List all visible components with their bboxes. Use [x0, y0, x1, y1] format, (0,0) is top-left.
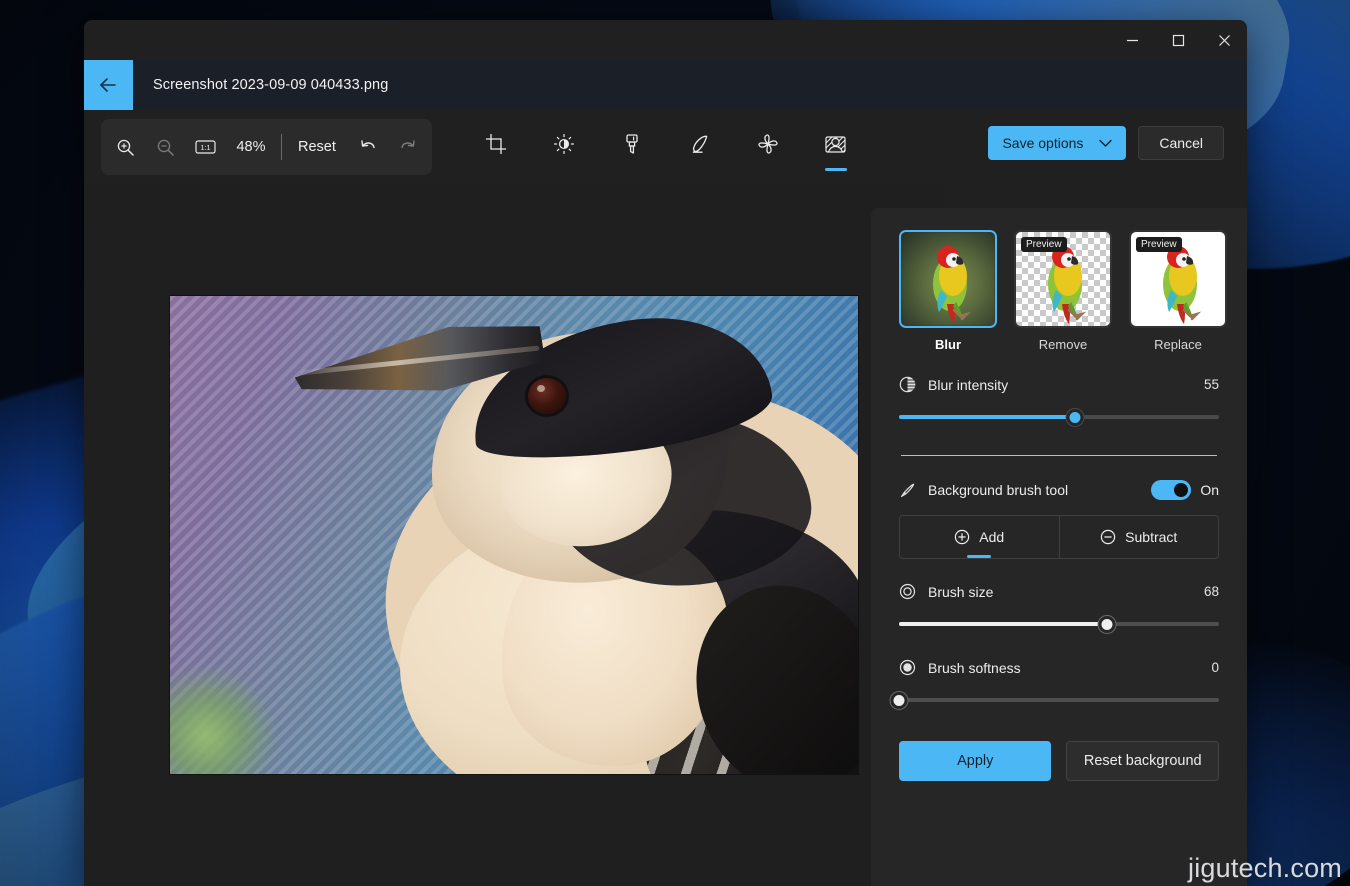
- minimize-button[interactable]: [1109, 20, 1155, 60]
- preview-badge: Preview: [1021, 237, 1067, 252]
- minus-circle-icon: [1100, 529, 1116, 545]
- brush-softness-label: Brush softness: [928, 659, 1021, 676]
- blur-intensity-slider[interactable]: [899, 406, 1219, 428]
- toolbar-divider: [281, 134, 282, 160]
- blur-intensity-value: 55: [1203, 377, 1219, 392]
- apply-button[interactable]: Apply: [899, 741, 1052, 781]
- remove-thumbnail[interactable]: Preview: [1014, 230, 1112, 328]
- subtract-segment-label: Subtract: [1125, 529, 1178, 545]
- reset-zoom-button[interactable]: Reset: [286, 129, 348, 165]
- add-segment-label: Add: [979, 529, 1005, 545]
- close-button[interactable]: [1201, 20, 1247, 60]
- background-settings-panel: Blur Preview Remove Preview Replace Blur…: [871, 208, 1247, 886]
- subtract-segment[interactable]: Subtract: [1058, 516, 1219, 558]
- file-header: Screenshot 2023-09-09 040433.png: [84, 60, 1247, 110]
- background-mode-remove[interactable]: Preview Remove: [1014, 230, 1112, 352]
- blur-mode-label: Blur: [935, 337, 961, 352]
- slider-thumb[interactable]: [890, 692, 908, 709]
- zoom-in-icon[interactable]: [105, 127, 145, 167]
- blur-thumbnail[interactable]: [899, 230, 997, 328]
- save-options-button[interactable]: Save options: [988, 126, 1127, 160]
- background-mode-replace[interactable]: Preview Replace: [1129, 230, 1227, 352]
- work-area: Blur Preview Remove Preview Replace Blur…: [84, 184, 1247, 886]
- brush-size-icon: [899, 583, 921, 600]
- zoom-level-label: 48%: [236, 139, 266, 155]
- reset-background-button[interactable]: Reset background: [1066, 741, 1219, 781]
- window-actions: Save options Cancel: [988, 126, 1224, 160]
- brush-softness-value: 0: [1211, 660, 1219, 675]
- blur-intensity-row: Blur intensity 55: [899, 376, 1219, 393]
- undo-icon[interactable]: [348, 127, 388, 167]
- brush-size-row: Brush size 68: [899, 583, 1219, 600]
- erase-tool-button[interactable]: [744, 120, 792, 168]
- brush-softness-row: Brush softness 0: [899, 659, 1219, 676]
- bird-subject: [170, 296, 858, 774]
- brush-tool-row: Background brush tool On: [899, 480, 1219, 500]
- slider-fill: [899, 622, 1107, 626]
- chevron-down-icon: [1099, 139, 1113, 147]
- brush-size-label: Brush size: [928, 583, 994, 600]
- highlighter-tool-button[interactable]: [676, 120, 724, 168]
- panel-action-buttons: Apply Reset background: [899, 741, 1219, 781]
- edited-photo[interactable]: [170, 296, 858, 774]
- background-mode-row: Blur Preview Remove Preview Replace: [899, 230, 1227, 352]
- brush-size-value: 68: [1203, 584, 1219, 599]
- cancel-button[interactable]: Cancel: [1138, 126, 1224, 160]
- bird-eye: [528, 378, 566, 414]
- svg-text:1:1: 1:1: [200, 143, 210, 152]
- slider-thumb[interactable]: [1098, 616, 1116, 633]
- add-segment[interactable]: Add: [900, 516, 1059, 558]
- slider-track: [899, 698, 1219, 702]
- brush-tool-state: On: [1200, 482, 1219, 498]
- toggle-knob: [1174, 483, 1189, 497]
- blur-icon: [899, 376, 921, 393]
- photos-editor-window: Screenshot 2023-09-09 040433.png 1:1 48%…: [84, 20, 1247, 886]
- brush-tool-toggle-wrap: On: [1151, 480, 1219, 500]
- adjust-tool-button[interactable]: [540, 120, 588, 168]
- brush-icon: [899, 482, 921, 499]
- back-button[interactable]: [84, 60, 133, 110]
- blur-intensity-label: Blur intensity: [928, 376, 1009, 393]
- crop-tool-button[interactable]: [472, 120, 520, 168]
- preview-badge: Preview: [1136, 237, 1182, 252]
- image-canvas[interactable]: [84, 184, 944, 886]
- maximize-button[interactable]: [1155, 20, 1201, 60]
- replace-mode-label: Replace: [1154, 337, 1202, 352]
- brush-softness-icon: [899, 659, 921, 676]
- background-tool-button[interactable]: [812, 120, 860, 168]
- site-watermark: jigutech.com: [1188, 853, 1342, 883]
- markup-tool-button[interactable]: [608, 120, 656, 168]
- slider-thumb[interactable]: [1066, 409, 1084, 426]
- zoom-out-icon[interactable]: [145, 127, 185, 167]
- brush-size-slider[interactable]: [899, 613, 1219, 635]
- brush-tool-toggle[interactable]: [1151, 480, 1192, 500]
- remove-mode-label: Remove: [1038, 337, 1088, 352]
- edit-tools: [472, 120, 860, 168]
- brush-tool-label: Background brush tool: [928, 482, 1069, 498]
- title-bar: [84, 20, 1247, 60]
- editor-toolbar: 1:1 48% Reset Save options Cancel: [84, 110, 1247, 184]
- redo-icon[interactable]: [388, 127, 428, 167]
- plus-circle-icon: [955, 529, 970, 545]
- file-name-label: Screenshot 2023-09-09 040433.png: [153, 77, 389, 93]
- zoom-controls: 1:1 48% Reset: [101, 119, 432, 175]
- actual-size-icon[interactable]: 1:1: [185, 127, 225, 167]
- panel-divider: [901, 455, 1217, 456]
- save-options-label: Save options: [1002, 135, 1084, 151]
- slider-fill: [899, 415, 1075, 419]
- brush-softness-slider[interactable]: [890, 689, 1219, 711]
- brush-mode-segmented: Add Subtract: [899, 515, 1219, 559]
- parrot-thumbnail-image: [933, 246, 972, 324]
- background-mode-blur[interactable]: Blur: [899, 230, 997, 352]
- replace-thumbnail[interactable]: Preview: [1129, 230, 1227, 328]
